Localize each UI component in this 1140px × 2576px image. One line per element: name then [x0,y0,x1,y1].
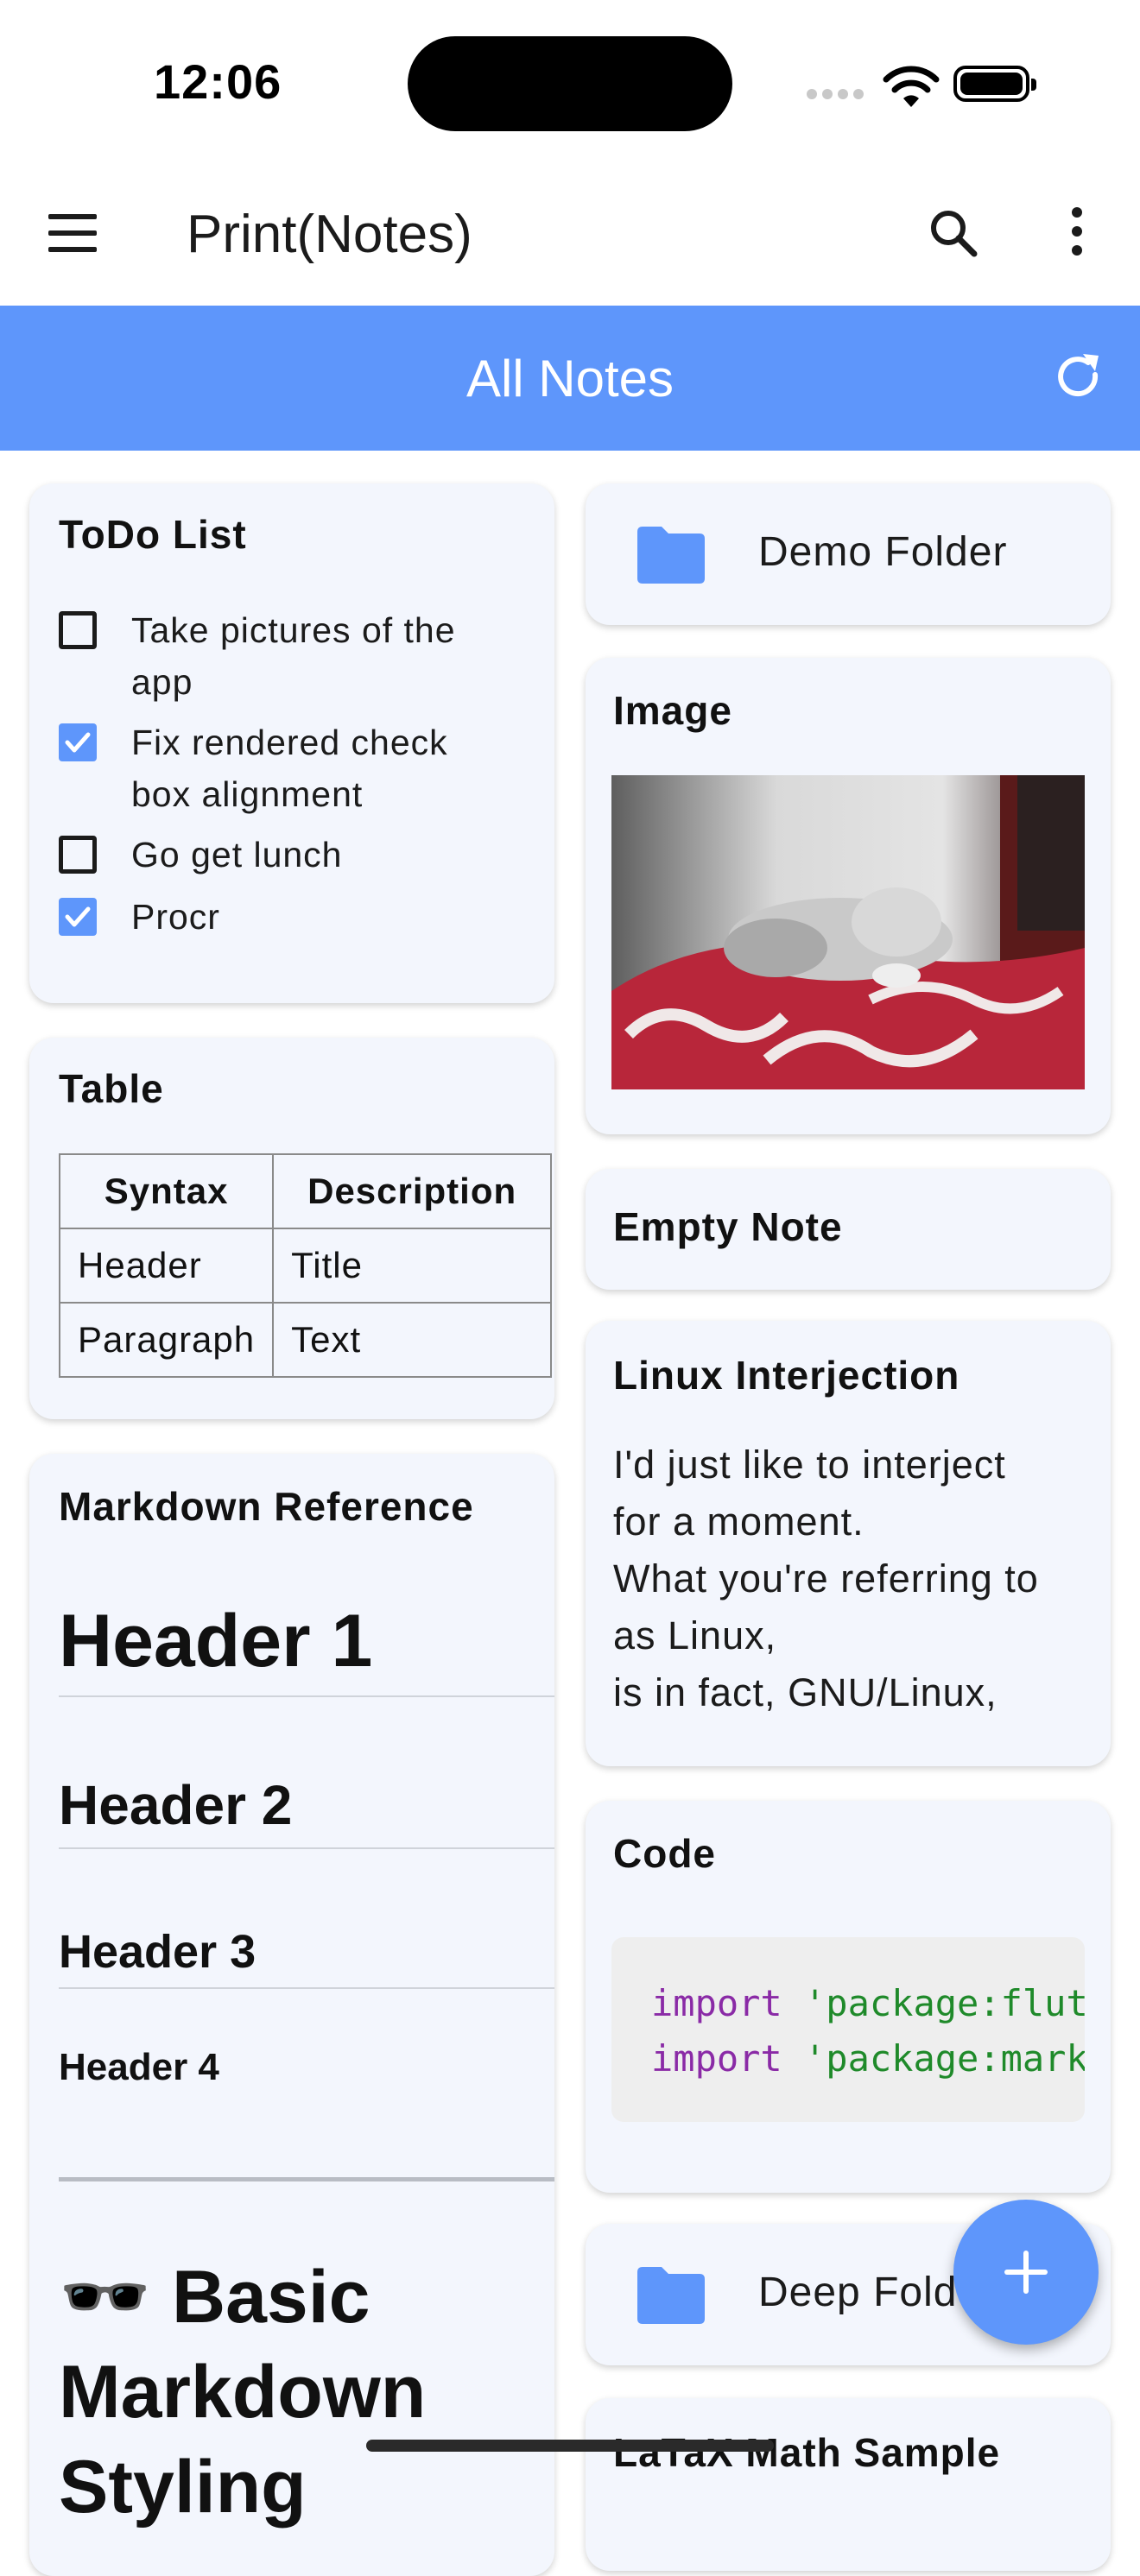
note-title: Code [613,1831,716,1876]
note-card-image[interactable]: Image [586,658,1111,1134]
more-vert-icon[interactable] [1064,207,1090,259]
code-line: import 'package:flutter [651,1982,1085,2024]
refresh-icon[interactable] [1050,349,1105,404]
table-cell: Header [59,1228,275,1304]
note-title: LaTaX Math Sample [613,2430,1001,2475]
todo-item: Procr [131,891,220,943]
table-row: Header Title [59,1228,553,1304]
divider [59,1847,554,1849]
note-card-code[interactable]: Code import 'package:flutter import 'pac… [586,1801,1111,2193]
heading-text: Basic [172,2256,370,2339]
markdown-h1: Header 1 [59,1600,373,1683]
note-title: Linux Interjection [613,1353,960,1398]
markdown-h2: Header 2 [59,1774,293,1836]
table-cell: Text [272,1302,553,1378]
add-icon [1004,2251,1048,2294]
code-string: 'package:flutter [804,1982,1085,2024]
note-body-line: as Linux, [613,1613,777,1657]
note-card-empty[interactable]: Empty Note [586,1169,1111,1290]
table-header-cell: Description [272,1153,553,1229]
heading-text: Markdown [59,2351,427,2434]
battery-icon [953,66,1036,102]
status-time: 12:06 [154,54,282,109]
table-row: Paragraph Text [59,1302,553,1378]
app-title: Print(Notes) [187,205,472,264]
note-body-line: I'd just like to interject [613,1443,1006,1487]
folder-title: All Notes [466,350,674,407]
home-indicator[interactable] [366,2440,774,2452]
markdown-h1-basic: 🕶️ Basic Markdown Styling [59,2250,426,2535]
checkbox-icon[interactable] [59,611,97,649]
note-card-latex[interactable]: LaTaX Math Sample [586,2398,1111,2571]
dynamic-island [408,36,732,131]
markdown-h4: Header 4 [59,2046,219,2088]
note-body-line: What you're referring to [613,1556,1039,1601]
todo-item-text: Fix rendered check [131,723,448,762]
folder-icon [637,527,705,584]
heading-text: Styling [59,2446,307,2529]
folder-header: All Notes [0,306,1140,451]
todo-item-text: Procr [131,897,220,937]
table-cell: Paragraph [59,1302,275,1378]
checkbox-checked-icon[interactable] [59,723,97,761]
code-line: import 'package:markdown [651,2037,1085,2080]
add-note-button[interactable] [953,2200,1099,2345]
wifi-icon [883,66,940,107]
markdown-table: Syntax Description Header Title Paragrap… [59,1153,553,1378]
checkbox-icon[interactable] [59,836,97,874]
code-block: import 'package:flutter import 'package:… [611,1937,1085,2122]
table-cell: Title [272,1228,553,1304]
todo-item: Fix rendered check box alignment [131,717,448,820]
note-body: I'd just like to interject for a moment.… [613,1436,1039,1721]
folder-icon [637,2267,705,2324]
todo-item: Go get lunch [131,829,343,881]
code-keyword: import [651,2037,782,2080]
table-header-cell: Syntax [59,1153,275,1229]
sunglasses-emoji-icon: 🕶️ [59,2256,152,2339]
cellular-signal-icon [807,88,869,104]
note-title: ToDo List [59,512,247,557]
menu-icon[interactable] [48,214,97,252]
code-string: 'package:markdown [804,2037,1085,2080]
note-title: Markdown Reference [59,1484,474,1529]
markdown-h3: Header 3 [59,1926,256,1978]
kitten-photo [611,775,1085,1089]
todo-item: Take pictures of the app [131,604,456,708]
note-card-linux[interactable]: Linux Interjection I'd just like to inte… [586,1321,1111,1766]
divider [59,1695,554,1697]
note-body-line: is in fact, GNU/Linux, [613,1670,998,1714]
folder-card-demo[interactable]: Demo Folder [586,483,1111,625]
folder-label: Demo Folder [758,529,1008,575]
note-title: Empty Note [613,1204,843,1249]
todo-item-text: app [131,662,193,702]
todo-item-text: box alignment [131,774,364,814]
note-card-table[interactable]: Table Syntax Description Header Title Pa… [29,1038,554,1419]
note-card-markdown[interactable]: Markdown Reference Header 1 Header 2 Hea… [29,1454,554,2576]
note-card-todo[interactable]: ToDo List Take pictures of the app Fix r… [29,483,554,1003]
note-body-line: for a moment. [613,1500,864,1544]
status-bar: 12:06 [0,0,1140,164]
checkbox-checked-icon[interactable] [59,898,97,936]
horizontal-rule [59,2177,554,2181]
divider [59,1987,554,1989]
todo-item-text: Go get lunch [131,835,343,874]
todo-item-text: Take pictures of the [131,610,456,650]
note-title: Image [613,688,732,733]
search-icon[interactable] [928,207,979,259]
code-keyword: import [651,1982,782,2024]
